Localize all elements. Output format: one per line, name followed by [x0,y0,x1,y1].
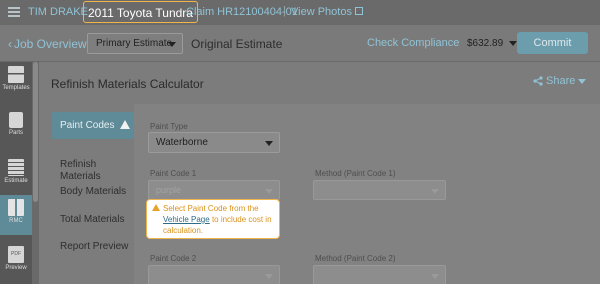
caret-down-icon [509,40,518,46]
nav-label: Total Materials [60,214,125,225]
estimate-select[interactable]: Primary Estimate [87,33,183,54]
tool-label: Parts [8,130,23,136]
warning-icon [152,204,160,211]
view-photos-link[interactable]: View Photos [291,6,363,18]
job-overview-label: Job Overview [14,37,87,51]
paint-code-2-select[interactable] [148,265,280,284]
nav-body-materials[interactable]: Body Materials [52,186,134,197]
top-bar: TIM DRAKE 2011 Toyota Tundra Claim HR121… [0,0,600,25]
original-estimate-label: Original Estimate [191,37,283,51]
vehicle-title[interactable]: 2011 Toyota Tundra [83,1,198,23]
templates-icon [8,66,24,83]
view-photos-label: View Photos [291,6,352,18]
tool-label: Estimate [4,178,28,184]
left-toolbar: Templates Parts Estimate RMC PDF Preview [0,62,32,284]
caret-down-icon [431,189,439,194]
paint-code-1-select[interactable]: purple [148,180,280,200]
caret-down-icon [168,42,176,47]
share-button[interactable]: Share [533,75,587,87]
nav-total-materials[interactable]: Total Materials [52,214,134,225]
tool-label: Preview [5,265,27,271]
tool-estimate[interactable]: Estimate [0,155,32,195]
caret-down-icon [265,189,273,194]
method-1-select[interactable] [313,180,446,200]
paint-type-select[interactable]: Waterborne [148,132,280,153]
menu-icon[interactable] [8,7,20,17]
job-overview-link[interactable]: ‹ Job Overview [8,37,87,51]
estimate-toolbar: ‹ Job Overview Primary Estimate Original … [0,25,600,62]
estimate-icon [8,159,24,176]
tool-label: RMC [9,218,23,224]
paint-code-1-value: purple [156,185,182,195]
method-1-label: Method (Paint Code 1) [315,169,396,178]
estimate-total[interactable]: $632.89 [467,38,518,49]
estimate-select-value: Primary Estimate [96,38,173,49]
nav-report-preview[interactable]: Report Preview [52,241,134,252]
commit-button[interactable]: Commit [517,32,588,54]
tool-preview[interactable]: PDF Preview [0,242,32,282]
rmc-calculator-icon [8,199,24,216]
nav-label: Body Materials [60,186,127,197]
user-name[interactable]: TIM DRAKE [28,6,88,18]
caret-down-icon [265,274,273,279]
external-link-icon [354,7,363,15]
tool-templates[interactable]: Templates [0,62,32,102]
nav-refinish-materials[interactable]: Refinish Materials [52,147,134,183]
share-icon [533,76,543,86]
paint-code-1-label: Paint Code 1 [150,169,197,178]
estimate-total-value: $632.89 [467,38,504,49]
nav-label: Refinish Materials [60,159,101,182]
caret-down-icon [578,78,587,84]
separator: | [283,5,286,17]
warning-text-prefix: Select Paint Code from the [163,204,259,213]
parts-icon [9,112,23,128]
paint-code-warning: Select Paint Code from the Vehicle Page … [146,199,280,239]
nav-label: Report Preview [60,241,129,252]
caret-down-icon [265,141,273,146]
caret-down-icon [431,274,439,279]
claim-number[interactable]: Claim HR12100404-01 [186,6,298,18]
pdf-badge: PDF [11,251,21,257]
paint-code-2-label: Paint Code 2 [150,254,197,263]
paint-type-value: Waterborne [156,137,208,148]
share-label: Share [546,75,576,87]
warning-icon [120,120,131,129]
scrollbar-thumb[interactable] [33,62,38,202]
method-2-label: Method (Paint Code 2) [315,254,396,263]
method-2-select[interactable] [313,265,446,284]
vehicle-page-link[interactable]: Vehicle Page [163,215,210,224]
tool-label: Templates [2,85,30,91]
pdf-preview-icon: PDF [8,246,24,263]
chevron-left-icon: ‹ [8,37,12,51]
nav-label: Paint Codes [60,120,115,131]
check-compliance-link[interactable]: Check Compliance [367,37,459,49]
nav-paint-codes[interactable]: Paint Codes [52,112,134,139]
page-title: Refinish Materials Calculator [51,77,204,91]
tool-parts[interactable]: Parts [0,108,32,148]
paint-type-label: Paint Type [150,122,188,131]
tool-rmc[interactable]: RMC [0,195,32,235]
